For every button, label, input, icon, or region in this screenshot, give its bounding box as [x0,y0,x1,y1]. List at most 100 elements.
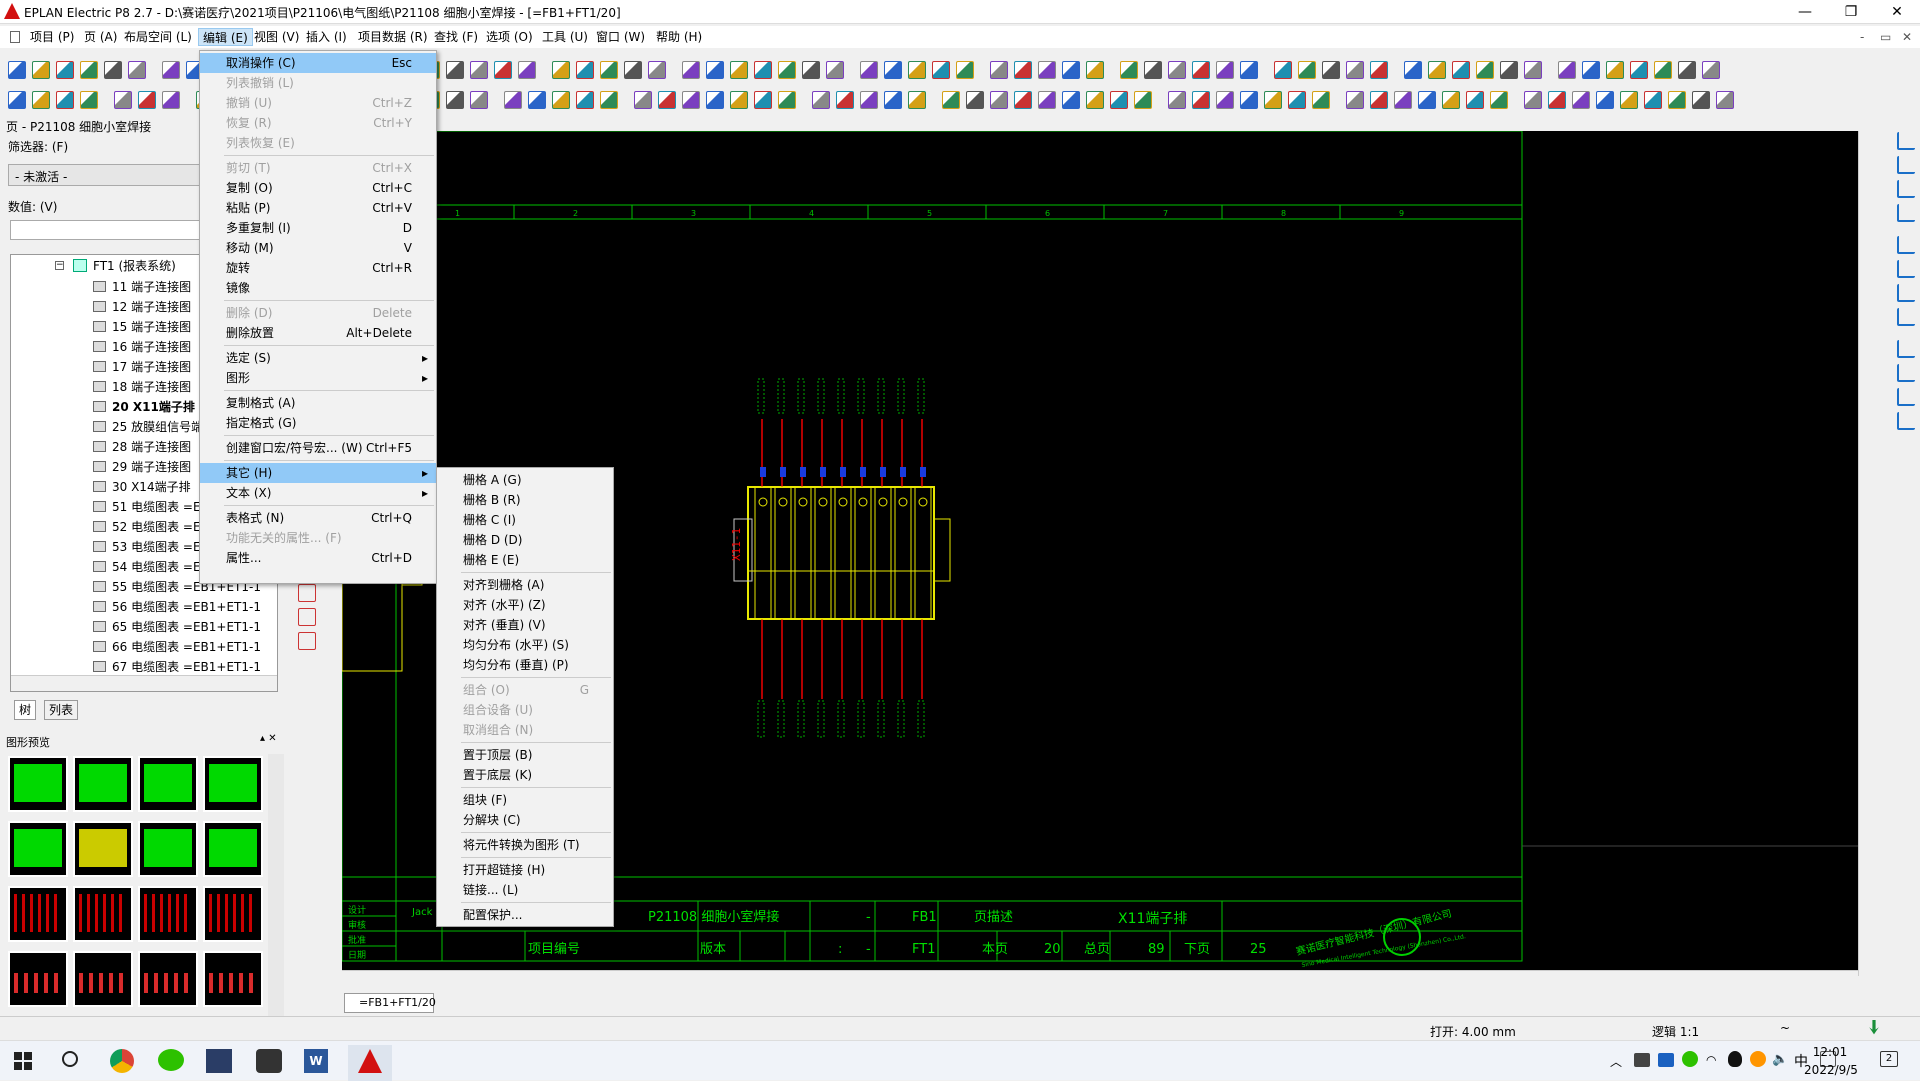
toolbar-button[interactable] [1442,91,1460,109]
connection-symbol-button[interactable] [1897,364,1915,382]
tray-wechat-icon[interactable] [1682,1051,1698,1067]
page-preview-thumbnail[interactable] [138,951,198,1007]
page-preview-thumbnail[interactable] [73,756,133,812]
download-icon[interactable] [1869,1020,1879,1035]
toolbar-button[interactable] [56,61,74,79]
toolbar-button[interactable] [470,61,488,79]
toolbar-button[interactable] [1716,91,1734,109]
toolbar-button[interactable] [162,61,180,79]
toolbar-button[interactable] [1490,91,1508,109]
tree-page-item[interactable]: 17 端子连接图 [93,357,191,377]
menu-item[interactable]: 置于顶层 (B) [437,745,613,765]
toolbar-button[interactable] [648,61,666,79]
windows-start-icon[interactable] [14,1052,32,1070]
toolbar-button[interactable] [1274,61,1292,79]
menu-item[interactable]: 将元件转换为图形 (T) [437,835,613,855]
menu-item[interactable]: 指定格式 (G) [200,413,436,433]
menu-insert[interactable]: 插入 (I) [302,28,351,46]
toolbar-button[interactable] [1346,61,1364,79]
toolbar-button[interactable] [1346,91,1364,109]
toolbar-button[interactable] [600,91,618,109]
menu-options[interactable]: 选项 (O) [482,28,537,46]
toolbar-button[interactable] [504,91,522,109]
toolbar-button[interactable] [884,91,902,109]
tree-page-item[interactable]: 56 电缆图表 =EB1+ET1-1 [93,597,261,617]
toolbar-button[interactable] [1702,61,1720,79]
toolbar-button[interactable] [990,91,1008,109]
toolbar-button[interactable] [682,61,700,79]
toolbar-button[interactable] [778,91,796,109]
toolbar-button[interactable] [1264,91,1282,109]
tree-hscrollbar[interactable] [11,675,277,691]
menu-item[interactable]: 属性... Ctrl+D [200,548,436,568]
word-icon[interactable]: W [304,1049,328,1073]
side-tool-button[interactable] [298,632,316,650]
menu-page[interactable]: 页 (A) [80,28,121,46]
qq-icon[interactable] [1728,1051,1742,1067]
toolbar-button[interactable] [1466,91,1484,109]
menu-item[interactable]: 均匀分布 (垂直) (P) [437,655,613,675]
tree-page-item[interactable]: 67 电缆图表 =EB1+ET1-1 [93,657,261,677]
menu-tools[interactable]: 工具 (U) [538,28,592,46]
tree-page-item[interactable]: 65 电缆图表 =EB1+ET1-1 [93,617,261,637]
tree-page-item[interactable]: 29 端子连接图 [93,457,191,477]
page-preview-thumbnail[interactable] [73,886,133,942]
menu-item[interactable]: 文本 (X) ▸ [200,483,436,503]
toolbar-button[interactable] [600,61,618,79]
toolbar-button[interactable] [1654,61,1672,79]
toolbar-button[interactable] [80,91,98,109]
toolbar-button[interactable] [8,91,26,109]
tree-page-item[interactable]: 20 X11端子排 [93,397,195,417]
toolbar-button[interactable] [1606,61,1624,79]
connection-symbol-button[interactable] [1897,156,1915,174]
chrome-icon[interactable] [110,1049,134,1073]
toolbar-button[interactable] [528,91,546,109]
toolbar-button[interactable] [908,91,926,109]
connection-symbol-button[interactable] [1897,204,1915,222]
toolbar-button[interactable] [802,61,820,79]
toolbar-button[interactable] [1548,91,1566,109]
connection-symbol-button[interactable] [1897,388,1915,406]
toolbar-button[interactable] [836,91,854,109]
inner-close-button[interactable]: ✕ [1898,28,1916,46]
page-tab[interactable]: =FB1+FT1/20 [344,993,436,1013]
page-preview-thumbnail[interactable] [138,821,198,877]
toolbar-button[interactable] [634,91,652,109]
menu-item[interactable]: 栅格 D (D) [437,530,613,550]
tree-page-item[interactable]: 16 端子连接图 [93,337,191,357]
toolbar-button[interactable] [56,91,74,109]
inner-restore-button[interactable]: ▭ [1876,28,1895,46]
toolbar-button[interactable] [1596,91,1614,109]
toolbar-button[interactable] [860,61,878,79]
clock-date[interactable]: 2022/9/5 [1796,1063,1866,1077]
menu-project-data[interactable]: 项目数据 (R) [354,28,432,46]
toolbar-button[interactable] [1678,61,1696,79]
toolbar-button[interactable] [908,61,926,79]
menu-item[interactable]: 对齐 (水平) (Z) [437,595,613,615]
toolbar-button[interactable] [1644,91,1662,109]
toolbar-button[interactable] [966,91,984,109]
toolbar-button[interactable] [576,61,594,79]
side-tool-button[interactable] [298,584,316,602]
tree-page-item[interactable]: 54 电缆图表 =E [93,557,201,577]
toolbar-button[interactable] [1668,91,1686,109]
page-preview-thumbnail[interactable] [203,756,263,812]
toolbar-button[interactable] [162,91,180,109]
toolbar-button[interactable] [1418,91,1436,109]
tree-page-item[interactable]: 28 端子连接图 [93,437,191,457]
menu-item[interactable]: 对齐 (垂直) (V) [437,615,613,635]
menu-item[interactable]: 图形 ▸ [200,368,436,388]
tree-page-item[interactable]: 15 端子连接图 [93,317,191,337]
toolbar-button[interactable] [552,61,570,79]
toolbar-button[interactable] [812,91,830,109]
page-preview-thumbnail[interactable] [138,756,198,812]
page-preview-thumbnail[interactable] [73,821,133,877]
toolbar-button[interactable] [860,91,878,109]
toolbar-button[interactable] [658,91,676,109]
toolbar-button[interactable] [138,91,156,109]
toolbar-button[interactable] [1062,91,1080,109]
toolbar-button[interactable] [518,61,536,79]
toolbar-button[interactable] [624,61,642,79]
toolbar-button[interactable] [446,91,464,109]
toolbar-button[interactable] [730,91,748,109]
